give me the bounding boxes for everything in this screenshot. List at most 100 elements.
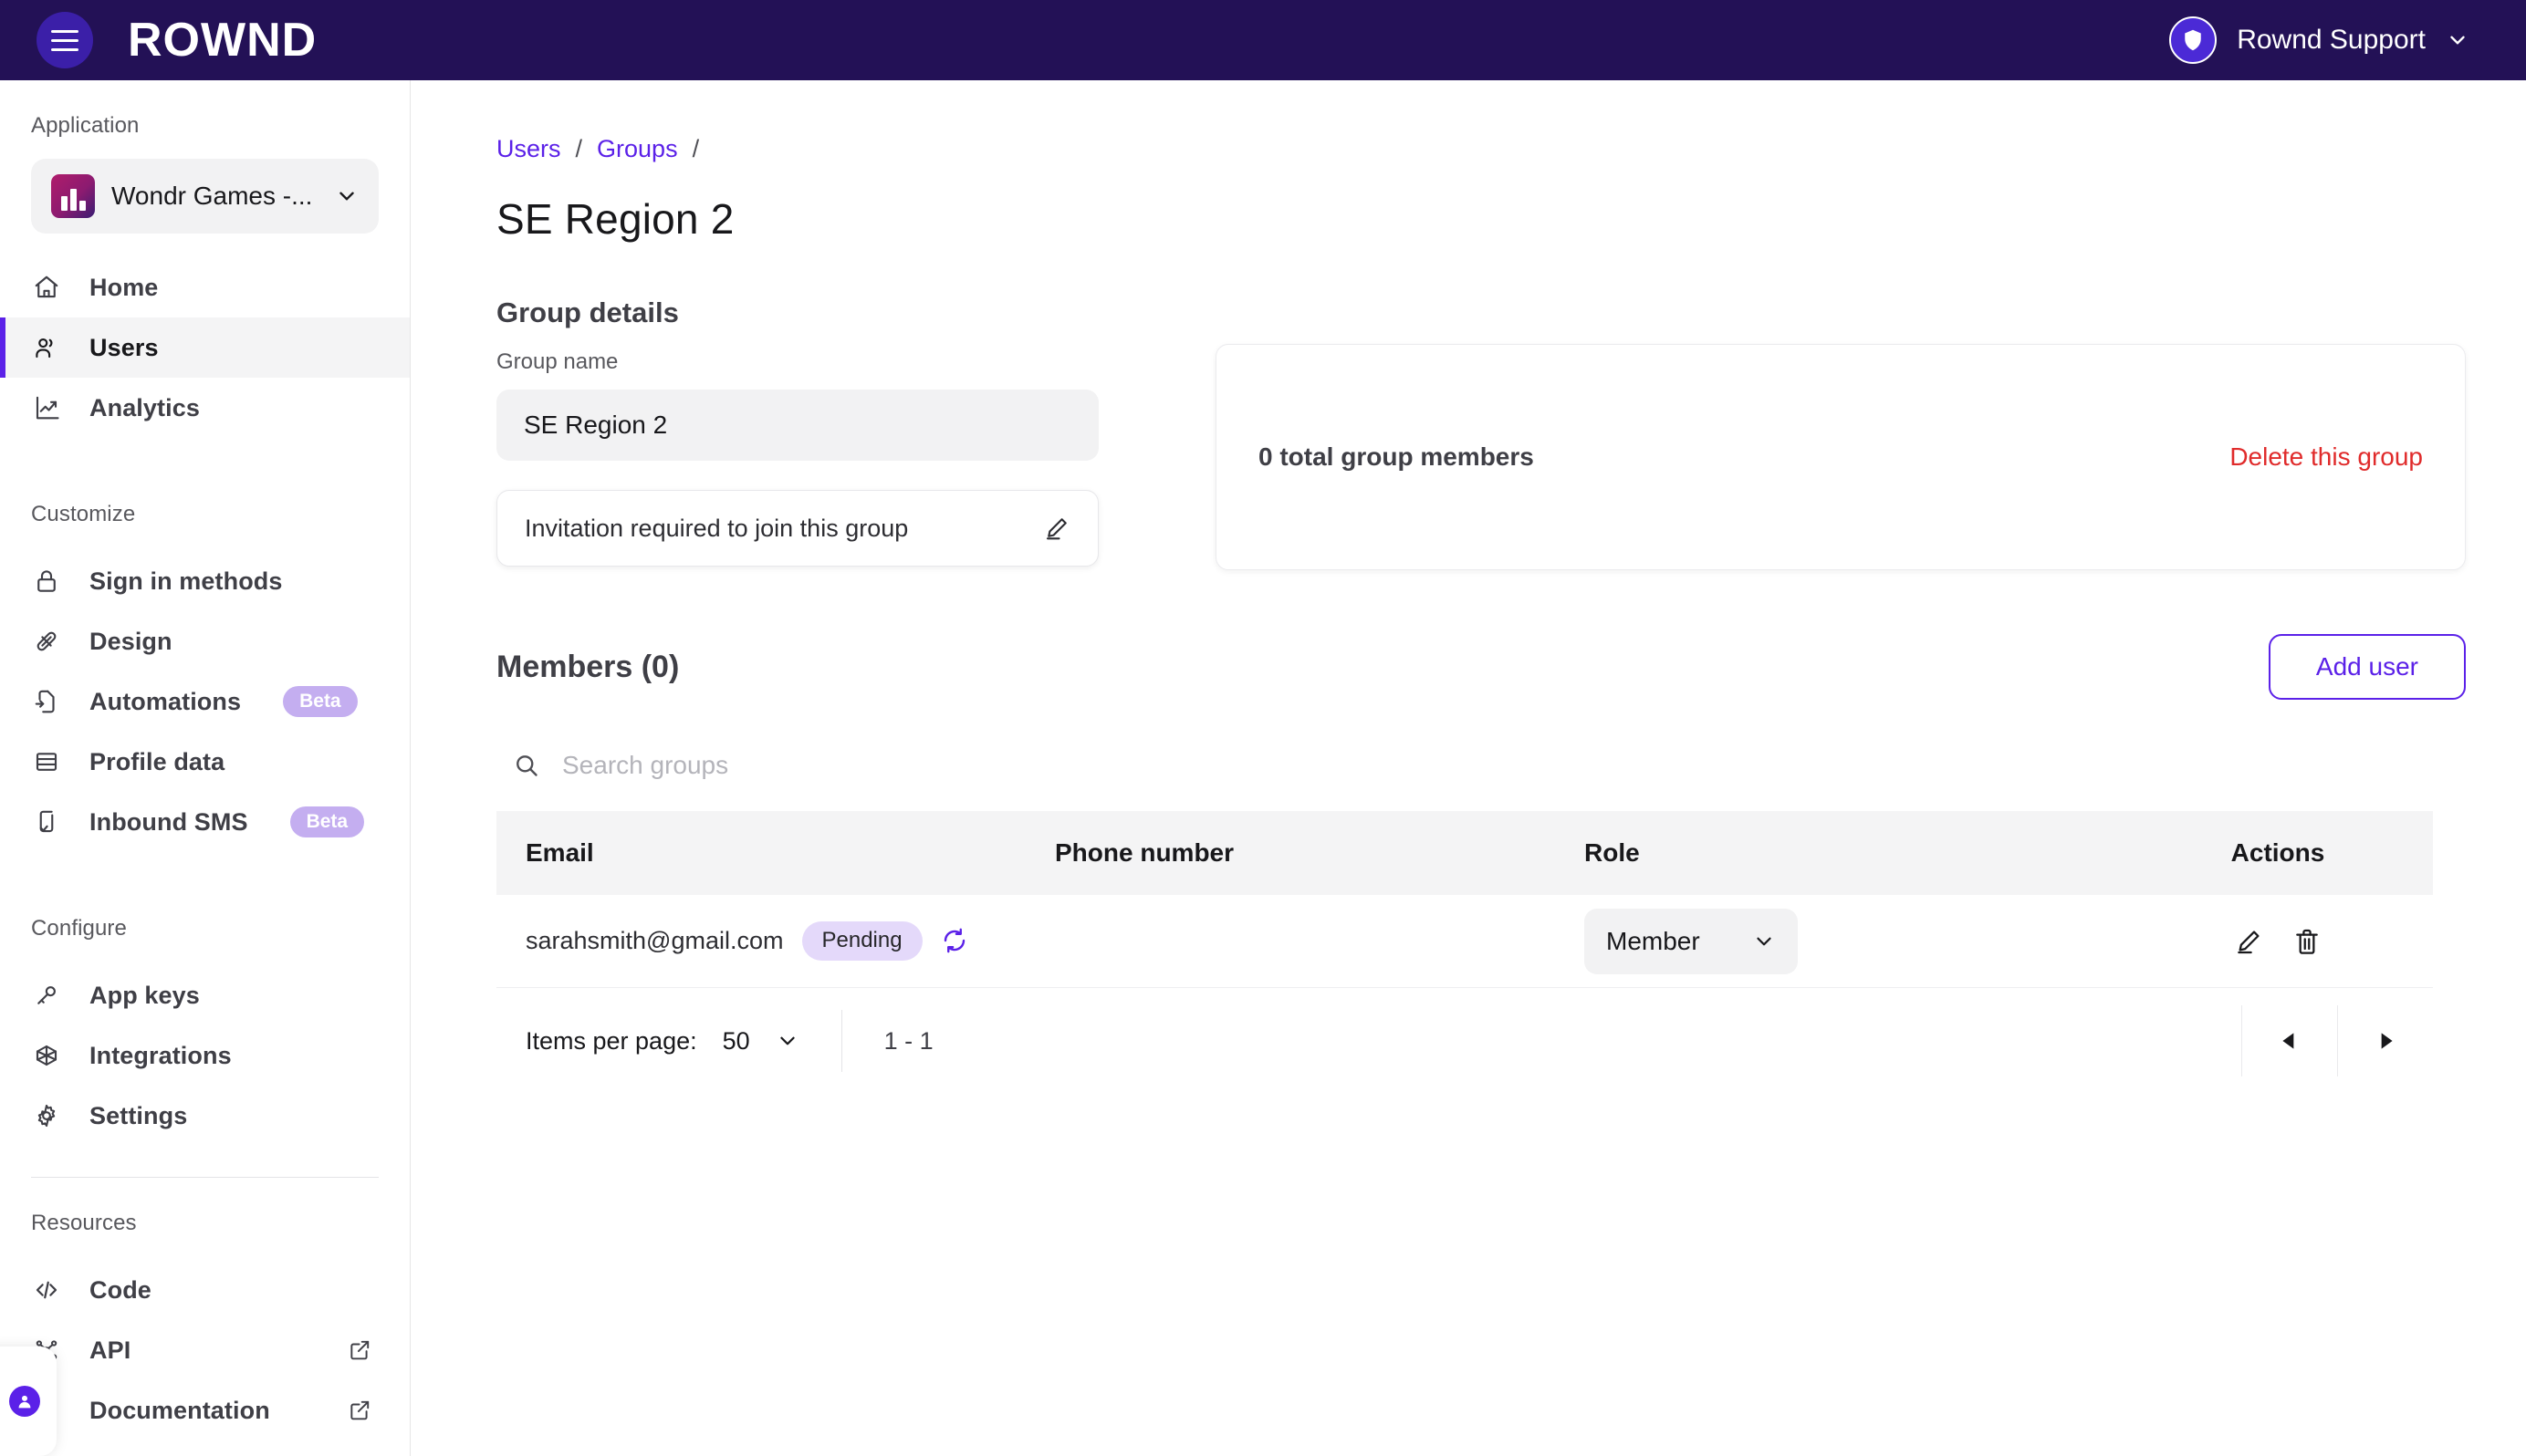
chevron-down-icon <box>335 184 359 208</box>
sidebar-item-users[interactable]: Users <box>0 317 410 378</box>
add-user-button[interactable]: Add user <box>2268 634 2466 700</box>
sidebar-item-design[interactable]: Design <box>0 611 410 671</box>
org-switcher[interactable]: Rownd Support <box>2169 16 2489 64</box>
sidebar-item-label: Users <box>89 333 159 361</box>
key-icon <box>31 980 62 1011</box>
sidebar-resources-nav: Code API Documentation <box>0 1260 410 1440</box>
pagination-bar: Items per page: 50 1 - 1 <box>496 988 2433 1094</box>
sidebar-item-label: Home <box>89 273 159 301</box>
bandaid-icon <box>31 626 62 657</box>
sidebar-item-automations[interactable]: Automations Beta <box>0 671 410 732</box>
sidebar-section-customize: Customize <box>31 502 136 526</box>
items-per-page-value: 50 <box>722 1026 750 1055</box>
sidebar-section-configure: Configure <box>31 916 127 941</box>
app-selector-label: Wondr Games -... <box>111 182 313 210</box>
account-circle-icon <box>9 1386 40 1417</box>
sidebar-item-label: Analytics <box>89 393 200 421</box>
breadcrumb-groups-link[interactable]: Groups <box>597 135 678 163</box>
column-header-email: Email <box>526 838 594 867</box>
chevron-down-icon <box>2446 28 2469 52</box>
hexagon-icon <box>31 1040 62 1071</box>
members-search-row <box>496 751 2466 780</box>
search-input[interactable] <box>562 751 1292 780</box>
pencil-icon[interactable] <box>1043 515 1070 542</box>
app-selector[interactable]: Wondr Games -... <box>31 159 379 234</box>
delete-group-link[interactable]: Delete this group <box>2229 442 2423 472</box>
sidebar-item-api[interactable]: API <box>0 1320 410 1380</box>
sidebar-item-code[interactable]: Code <box>0 1260 410 1320</box>
group-summary-card: 0 total group members Delete this group <box>1216 344 2466 570</box>
sidebar-item-profile-data[interactable]: Profile data <box>0 732 410 792</box>
main-content: Users / Groups / SE Region 2 Group detai… <box>411 80 2526 1456</box>
top-app-bar: ROWND Rownd Support <box>0 0 2526 80</box>
page-title: SE Region 2 <box>496 195 735 243</box>
triangle-left-icon[interactable] <box>2242 1005 2337 1076</box>
invitation-setting-label: Invitation required to join this group <box>525 514 909 542</box>
analytics-chart-icon <box>31 392 62 423</box>
sidebar-item-label: Code <box>89 1275 151 1304</box>
shield-avatar-icon <box>2169 16 2218 64</box>
total-members-label: 0 total group members <box>1258 442 1534 471</box>
pencil-icon[interactable] <box>2234 927 2263 956</box>
sidebar-item-label: Automations <box>89 687 242 715</box>
triangle-right-icon[interactable] <box>2338 1005 2433 1076</box>
sidebar-configure-nav: App keys Integrations Settings <box>0 965 410 1146</box>
group-name-input[interactable] <box>496 390 1099 461</box>
brand-logo[interactable]: ROWND <box>128 16 317 64</box>
table-header-row: Email Phone number Role Actions <box>496 811 2433 895</box>
pagination-range: 1 - 1 <box>883 1026 934 1055</box>
sidebar-item-label: API <box>89 1336 131 1364</box>
file-automation-icon <box>31 686 62 717</box>
gear-icon <box>31 1100 62 1131</box>
phone-check-icon <box>31 806 62 837</box>
cell-actions <box>2123 927 2433 956</box>
sidebar-item-integrations[interactable]: Integrations <box>0 1025 410 1086</box>
app-thumbnail-icon <box>51 174 95 218</box>
group-details-heading: Group details <box>496 296 679 328</box>
items-per-page-label: Items per page: <box>526 1026 697 1055</box>
beta-badge: Beta <box>283 686 358 717</box>
refresh-resend-icon[interactable] <box>941 927 968 954</box>
sidebar-item-home[interactable]: Home <box>0 257 410 317</box>
cell-email: sarahsmith@gmail.com Pending <box>526 921 1055 961</box>
hamburger-line <box>51 29 78 33</box>
sidebar-item-documentation[interactable]: Documentation <box>0 1380 410 1440</box>
sidebar-item-app-keys[interactable]: App keys <box>0 965 410 1025</box>
external-link-icon <box>348 1399 371 1422</box>
hamburger-line <box>51 38 78 42</box>
table-rows-icon <box>31 746 62 777</box>
breadcrumb-separator: / <box>575 135 583 162</box>
sidebar-item-label: App keys <box>89 981 200 1009</box>
beta-badge: Beta <box>289 806 365 837</box>
account-widget[interactable] <box>0 1347 57 1456</box>
sidebar-item-label: Settings <box>89 1101 188 1129</box>
chevron-down-icon <box>1752 930 1776 953</box>
status-badge: Pending <box>801 921 923 961</box>
column-header-actions: Actions <box>2230 838 2325 867</box>
pagination-controls <box>2241 1005 2433 1076</box>
sidebar-item-analytics[interactable]: Analytics <box>0 378 410 438</box>
search-icon <box>513 752 540 779</box>
members-table: Email Phone number Role Actions sarahsmi… <box>496 811 2433 1094</box>
invitation-setting-card[interactable]: Invitation required to join this group <box>496 490 1099 567</box>
trash-icon[interactable] <box>2292 927 2322 956</box>
group-name-label: Group name <box>496 349 619 374</box>
sidebar-item-label: Design <box>89 627 172 655</box>
items-per-page-select[interactable]: 50 <box>723 1027 799 1056</box>
sidebar-item-inbound-sms[interactable]: Inbound SMS Beta <box>0 792 410 852</box>
sidebar-section-resources: Resources <box>31 1211 137 1235</box>
role-select[interactable]: Member <box>1584 908 1798 974</box>
sidebar-item-settings[interactable]: Settings <box>0 1086 410 1146</box>
sidebar-item-label: Inbound SMS <box>89 807 248 836</box>
members-header-row: Members (0) Add user <box>496 634 2466 700</box>
chevron-down-icon <box>776 1029 799 1053</box>
hamburger-menu-icon[interactable] <box>37 12 93 68</box>
breadcrumb-users-link[interactable]: Users <box>496 135 561 163</box>
home-icon <box>31 272 62 303</box>
column-header-phone: Phone number <box>1055 838 1235 867</box>
external-link-icon <box>348 1338 371 1362</box>
sidebar-section-application: Application <box>31 113 140 138</box>
sidebar-item-sign-in-methods[interactable]: Sign in methods <box>0 551 410 611</box>
